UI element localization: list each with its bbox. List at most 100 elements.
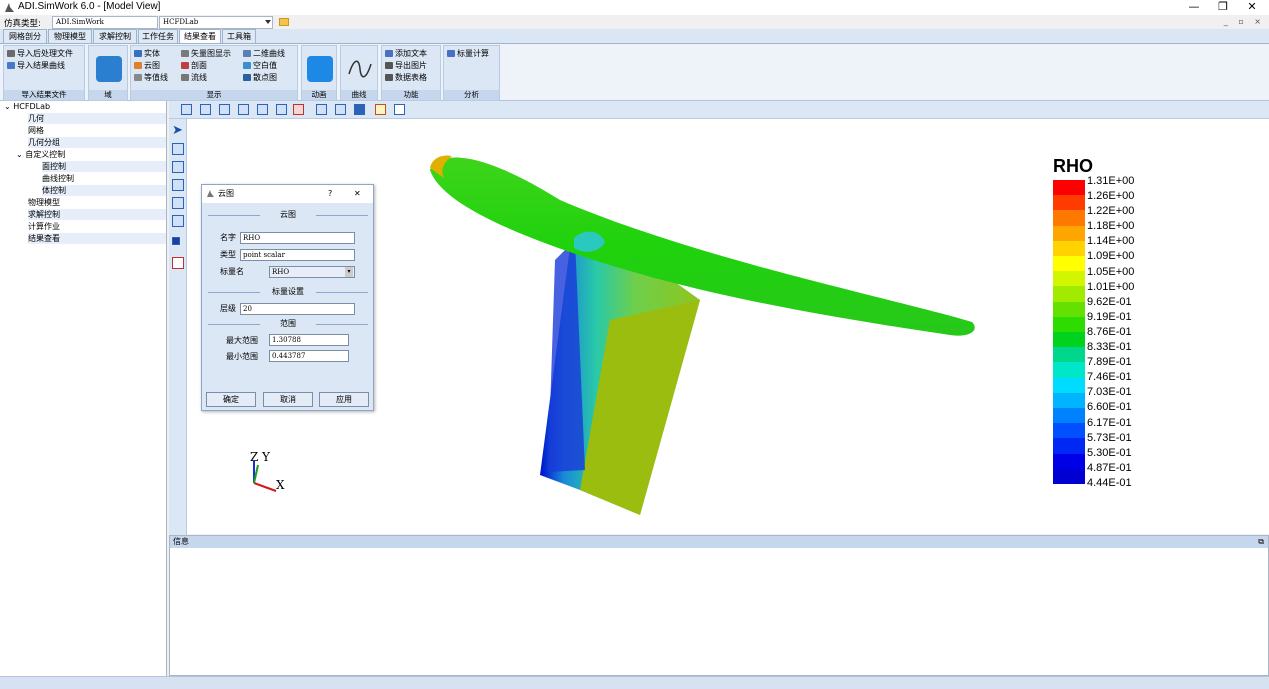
play-icon[interactable] <box>307 56 333 82</box>
tree-item-volume-control[interactable]: 体控制 <box>42 185 166 196</box>
scatter-button[interactable]: 散点图 <box>243 72 277 83</box>
add-text-button[interactable]: 添加文本 <box>385 48 427 59</box>
fit-view-icon[interactable] <box>293 104 304 115</box>
legend-colorbar <box>1053 180 1085 485</box>
close-button[interactable]: ✕ <box>1237 0 1267 15</box>
data-table-button[interactable]: 数据表格 <box>385 72 427 83</box>
shaded-icon[interactable] <box>354 104 365 115</box>
legend-swatch <box>1053 332 1085 348</box>
tab-mesh[interactable]: 网格剖分 <box>3 29 47 43</box>
view-top-icon[interactable] <box>257 104 268 115</box>
sim-type-select[interactable]: ADI.SimWork <box>52 16 158 29</box>
tab-results[interactable]: 结果查看 <box>179 29 221 43</box>
cancel-button[interactable]: 取消 <box>263 392 313 407</box>
tree-item-physics[interactable]: 物理模型 <box>28 197 60 208</box>
project-select[interactable]: HCFDLab <box>159 16 273 29</box>
solid-button[interactable]: 实体 <box>134 48 160 59</box>
contour-button[interactable]: 云图 <box>134 60 160 71</box>
vector-button[interactable]: 矢量图显示 <box>181 48 231 59</box>
tree-item-jobs[interactable]: 计算作业 <box>28 221 60 232</box>
legend-swatch <box>1053 423 1085 439</box>
help-button[interactable]: ? <box>328 185 332 203</box>
scalar-name-select[interactable]: RHO ▾ <box>269 266 355 278</box>
streamline-button[interactable]: 流线 <box>181 72 207 83</box>
info-header: 信息 ⧉ <box>170 536 1268 548</box>
view-back-icon[interactable] <box>200 104 211 115</box>
view-right-icon[interactable] <box>238 104 249 115</box>
tree-item-mesh[interactable]: 网格 <box>28 125 44 136</box>
restore-button[interactable]: ❐ <box>1208 0 1238 15</box>
tree-item-results[interactable]: 结果查看 <box>28 233 166 244</box>
select-body-icon[interactable] <box>172 215 184 227</box>
blank-value-button[interactable]: 空白值 <box>243 60 277 71</box>
chevron-down-icon[interactable]: ⌄ <box>4 102 13 111</box>
import-curve-button[interactable]: 导入结果曲线 <box>7 60 65 71</box>
scalar-calc-button[interactable]: 标量计算 <box>447 48 489 59</box>
tree-item-solver[interactable]: 求解控制 <box>28 209 166 220</box>
legend-label: 1.01E+00 <box>1087 280 1135 293</box>
select-node-icon[interactable] <box>172 197 184 209</box>
project-value: HCFDLab <box>163 18 199 26</box>
grid-icon[interactable] <box>394 104 405 115</box>
color-icon[interactable] <box>172 237 180 245</box>
legend-label: 7.03E-01 <box>1087 386 1132 399</box>
chevron-down-icon[interactable]: ⌄ <box>16 150 25 159</box>
max-range-label: 最大范围 <box>226 336 258 345</box>
domain-cube-icon[interactable] <box>96 56 122 82</box>
plot2d-button[interactable]: 二维曲线 <box>243 48 285 59</box>
app-icon <box>5 3 14 12</box>
group-label-analysis: 分析 <box>444 90 499 100</box>
export-image-button[interactable]: 导出图片 <box>385 60 427 71</box>
tree-root[interactable]: ⌄ HCFDLab <box>4 101 50 112</box>
wireframe-icon[interactable] <box>316 104 327 115</box>
select-face-icon[interactable] <box>172 161 184 173</box>
legend-swatch <box>1053 180 1085 196</box>
level-input[interactable]: 20 <box>240 303 355 315</box>
curve-icon[interactable] <box>347 56 373 82</box>
name-label: 名字 <box>220 233 236 242</box>
pointer-icon[interactable]: ➤ <box>172 124 184 137</box>
max-range-input[interactable]: 1.30788 <box>269 334 349 346</box>
mdi-controls[interactable]: _ ▫ × <box>1224 17 1265 26</box>
tree-item-geometry[interactable]: 几何 <box>28 113 166 124</box>
legend-swatch <box>1053 195 1085 211</box>
tab-solver[interactable]: 求解控制 <box>93 29 137 43</box>
folder-icon[interactable] <box>279 18 289 26</box>
legend-swatch <box>1053 210 1085 226</box>
ok-button[interactable]: 确定 <box>206 392 256 407</box>
tab-physics[interactable]: 物理模型 <box>48 29 92 43</box>
tree-item-face-control[interactable]: 面控制 <box>42 161 166 172</box>
clear-selection-icon[interactable] <box>172 257 184 269</box>
isoline-button[interactable]: 等值线 <box>134 72 168 83</box>
legend-labels: 1.31E+00 1.26E+00 1.22E+00 1.18E+00 1.14E+00… <box>1087 174 1134 491</box>
apply-button[interactable]: 应用 <box>319 392 369 407</box>
zoom-icon[interactable] <box>172 143 184 155</box>
section-button[interactable]: 剖面 <box>181 60 207 71</box>
dialog-close-button[interactable]: ✕ <box>354 185 361 203</box>
select-edge-icon[interactable] <box>172 179 184 191</box>
legend-label: 1.26E+00 <box>1087 190 1135 203</box>
surface-icon[interactable] <box>335 104 346 115</box>
tab-jobs[interactable]: 工作任务 <box>138 29 178 43</box>
type-input[interactable]: point scalar <box>240 249 355 261</box>
sim-type-label: 仿真类型: <box>4 19 41 29</box>
axis-z-label: Z <box>250 450 259 464</box>
view-front-icon[interactable] <box>181 104 192 115</box>
min-range-input[interactable]: 0.443787 <box>269 350 349 362</box>
tree-item-geometry-group[interactable]: 几何分组 <box>28 137 166 148</box>
import-post-file-button[interactable]: 导入后处理文件 <box>7 48 73 59</box>
axes-icon[interactable] <box>375 104 386 115</box>
view-left-icon[interactable] <box>219 104 230 115</box>
minimize-button[interactable]: — <box>1179 0 1209 15</box>
ribbon: 导入后处理文件 导入结果曲线 导入结果文件 域 实体 云图 等值线 矢量图显示 … <box>0 43 1269 101</box>
tree-item-custom-control[interactable]: ⌄ 自定义控制 <box>16 149 65 160</box>
group-label-import: 导入结果文件 <box>4 90 84 100</box>
group-label-curve: 曲线 <box>341 90 377 100</box>
tree-item-curve-control[interactable]: 曲线控制 <box>42 173 74 184</box>
name-input[interactable]: RHO <box>240 232 355 244</box>
view-bottom-icon[interactable] <box>276 104 287 115</box>
sim-type-value: ADI.SimWork <box>56 18 104 26</box>
tab-toolbox[interactable]: 工具箱 <box>222 29 256 43</box>
float-icon[interactable]: ⧉ <box>1258 536 1264 548</box>
legend-label: 8.33E-01 <box>1087 341 1132 354</box>
